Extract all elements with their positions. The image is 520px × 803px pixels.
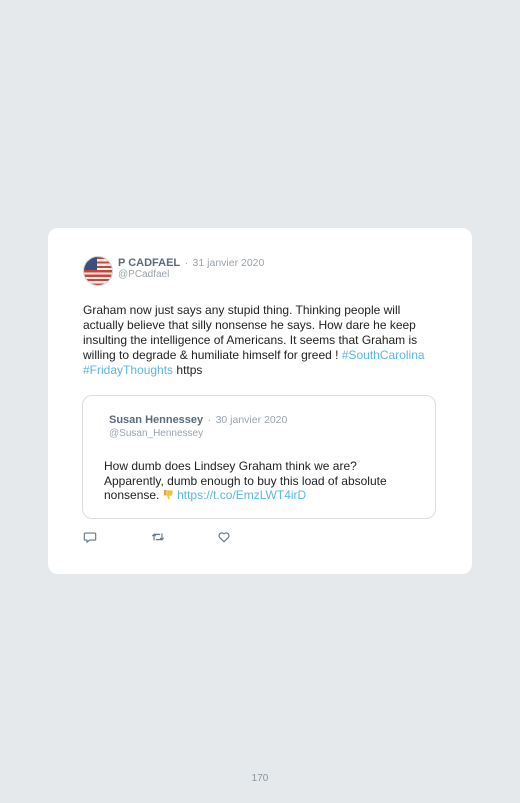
- tweet-tail: https: [176, 363, 203, 377]
- quoted-tweet-header: Susan Hennessey · 30 janvier 2020 @Susan…: [109, 412, 287, 440]
- author-handle[interactable]: @PCadfael: [118, 269, 264, 281]
- tweet-header: P CADFAEL · 31 janvier 2020 @PCadfael: [83, 256, 264, 286]
- quoted-tweet[interactable]: Susan Hennessey · 30 janvier 2020 @Susan…: [82, 395, 436, 519]
- quoted-meta-separator: ·: [207, 414, 212, 426]
- author-name[interactable]: P CADFAEL: [118, 257, 180, 269]
- page-number: 170: [251, 773, 269, 784]
- quoted-tweet-date[interactable]: 30 janvier 2020: [216, 414, 288, 426]
- avatar[interactable]: [83, 256, 113, 286]
- tweet-card: P CADFAEL · 31 janvier 2020 @PCadfael Gr…: [48, 228, 472, 574]
- tweet-text: Graham now just says any stupid thing. T…: [83, 303, 443, 378]
- hashtag-southcarolina[interactable]: #SouthCarolina: [342, 348, 425, 362]
- heart-icon[interactable]: [217, 530, 231, 544]
- meta-separator: ·: [184, 257, 189, 269]
- quoted-tweet-link[interactable]: https://t.co/EmzLWT4irD: [177, 488, 306, 502]
- thumbs-down-icon: [163, 489, 173, 500]
- reply-icon[interactable]: [83, 530, 97, 544]
- flag-canton: [84, 257, 97, 270]
- tweet-date[interactable]: 31 janvier 2020: [193, 257, 265, 269]
- retweet-icon[interactable]: [151, 530, 165, 544]
- quoted-author-handle[interactable]: @Susan_Hennessey: [109, 427, 287, 440]
- hashtag-fridaythoughts[interactable]: #FridayThoughts: [83, 363, 173, 377]
- quoted-tweet-text: How dumb does Lindsey Graham think we ar…: [104, 459, 404, 503]
- tweet-actions: [83, 530, 231, 544]
- tweet-meta: P CADFAEL · 31 janvier 2020 @PCadfael: [118, 256, 264, 281]
- quoted-author-name[interactable]: Susan Hennessey: [109, 414, 203, 426]
